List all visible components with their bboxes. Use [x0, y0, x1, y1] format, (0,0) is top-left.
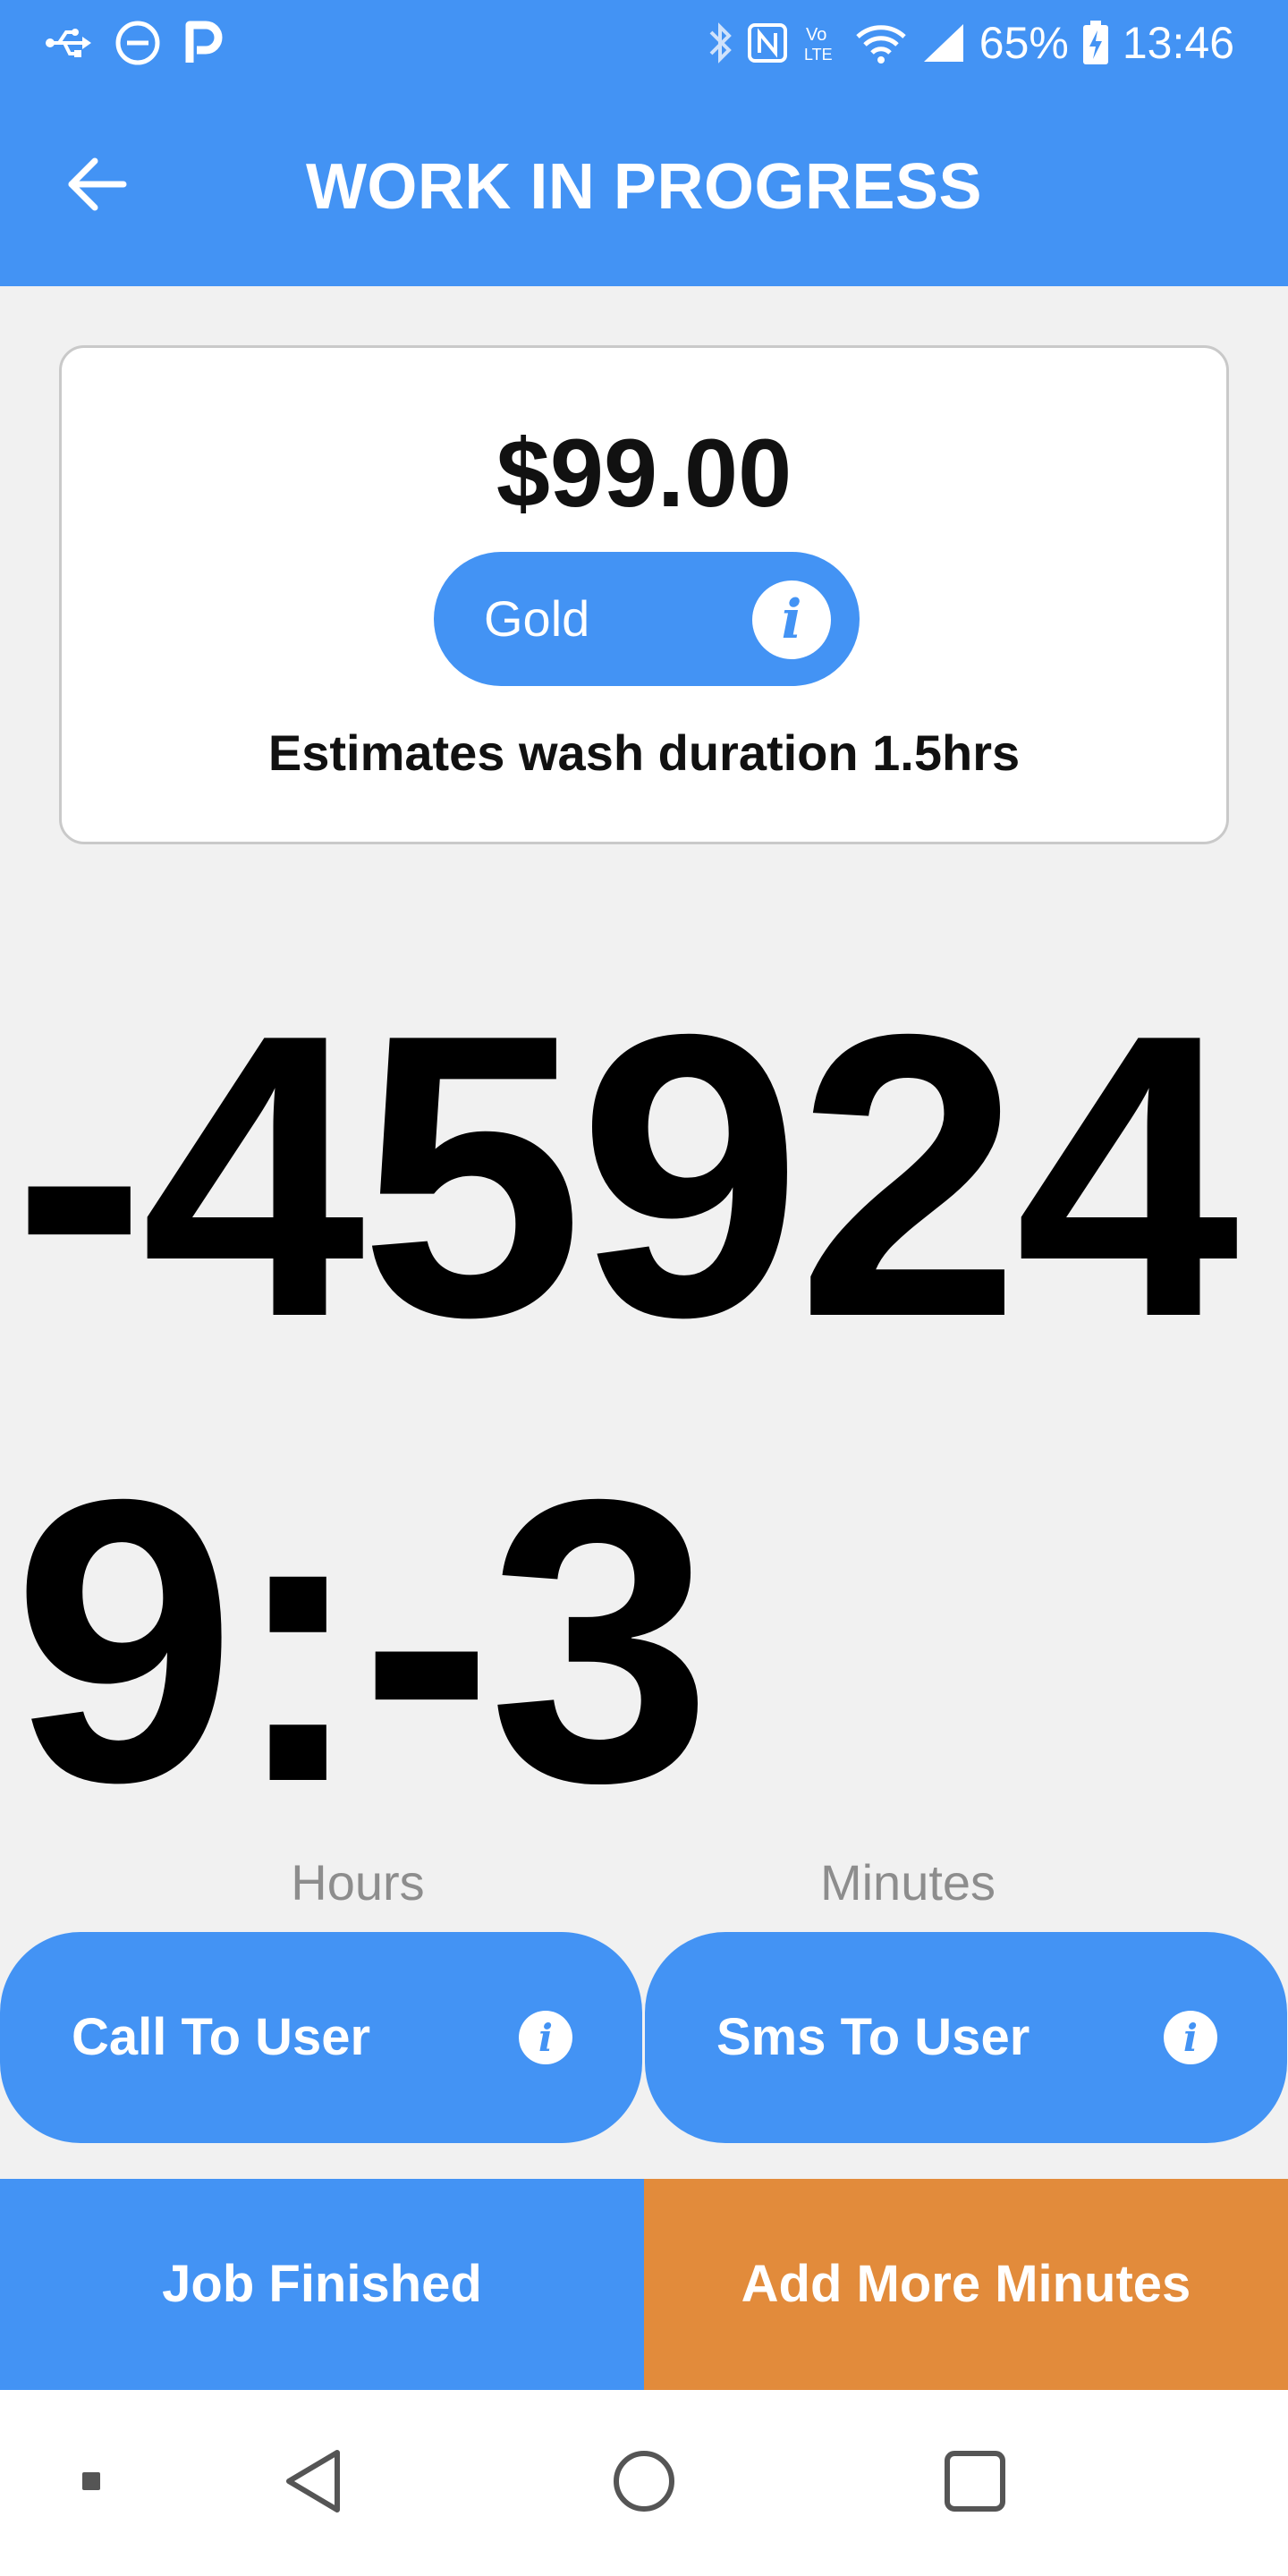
volte-icon: Vo LTE — [801, 21, 842, 65]
svg-text:LTE: LTE — [804, 46, 833, 64]
add-more-minutes-button[interactable]: Add More Minutes — [644, 2179, 1288, 2390]
nav-dot-button[interactable] — [63, 2390, 120, 2576]
battery-percent: 65% — [979, 18, 1069, 68]
page-title: WORK IN PROGRESS — [305, 151, 983, 223]
minutes-label: Minutes — [819, 1854, 996, 1911]
timer-display: -459249:-3 — [13, 952, 1239, 1866]
price-text: $99.00 — [496, 419, 792, 527]
square-recents-icon — [943, 2449, 1007, 2518]
wifi-icon — [854, 21, 908, 65]
parking-app-icon — [184, 20, 224, 66]
screen: Vo LTE 65% 13:46 WORK IN PROGRESS $99.00… — [0, 0, 1288, 2576]
usb-icon — [45, 25, 91, 61]
call-user-button[interactable]: Call To User i — [0, 1932, 642, 2143]
nav-back-button[interactable] — [268, 2390, 358, 2576]
info-icon[interactable]: i — [1164, 2011, 1217, 2064]
battery-charging-icon — [1081, 20, 1110, 66]
sms-user-button[interactable]: Sms To User i — [645, 1932, 1287, 2143]
do-not-disturb-icon — [114, 20, 161, 66]
clock: 13:46 — [1122, 18, 1234, 68]
bluetooth-icon — [708, 20, 734, 66]
nfc-icon — [747, 22, 788, 64]
plan-badge[interactable]: Gold i — [434, 552, 860, 686]
signal-icon — [920, 21, 967, 65]
job-summary-card: $99.00 Gold i Estimates wash duration 1.… — [59, 345, 1229, 844]
job-finished-button[interactable]: Job Finished — [0, 2179, 644, 2390]
svg-text:Vo: Vo — [806, 25, 826, 45]
status-bar: Vo LTE 65% 13:46 — [0, 0, 1288, 86]
duration-estimate: Estimates wash duration 1.5hrs — [267, 724, 1021, 781]
info-icon[interactable]: i — [519, 2011, 572, 2064]
call-user-label: Call To User — [72, 2008, 371, 2066]
hours-label: Hours — [291, 1854, 425, 1911]
nav-recents-button[interactable] — [930, 2390, 1020, 2576]
triangle-back-icon — [282, 2447, 344, 2520]
nav-home-button[interactable] — [599, 2390, 689, 2576]
system-nav-bar — [0, 2390, 1288, 2576]
square-dot-icon — [80, 2470, 102, 2496]
plan-name: Gold — [484, 590, 590, 647]
app-bar: WORK IN PROGRESS — [0, 86, 1288, 286]
info-icon[interactable]: i — [752, 580, 831, 659]
circle-home-icon — [611, 2448, 677, 2519]
sms-user-label: Sms To User — [716, 2008, 1030, 2066]
